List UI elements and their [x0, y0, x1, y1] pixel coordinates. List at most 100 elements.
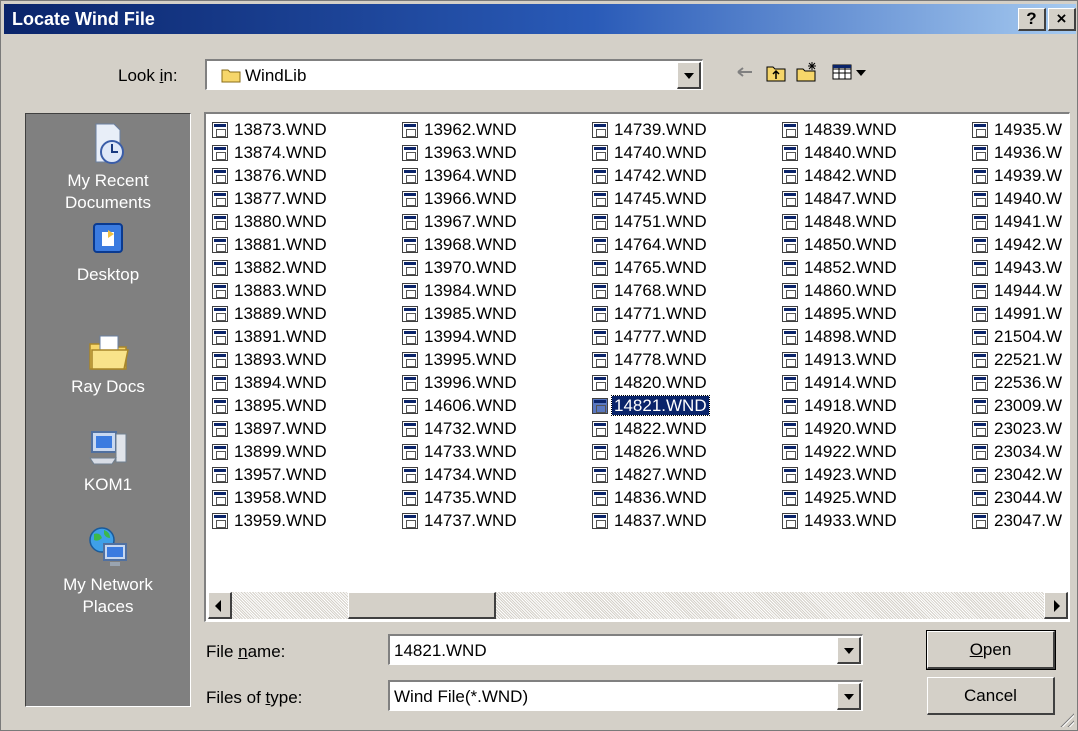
file-item[interactable]: 14918.WND: [780, 394, 970, 417]
file-item[interactable]: 22521.W: [970, 348, 1069, 371]
file-item[interactable]: 13874.WND: [210, 141, 400, 164]
file-item[interactable]: 14933.WND: [780, 509, 970, 532]
file-item[interactable]: 14839.WND: [780, 118, 970, 141]
file-item[interactable]: 14606.WND: [400, 394, 590, 417]
look-in-dropdown-arrow[interactable]: [677, 62, 701, 89]
place-desktop[interactable]: Desktop: [26, 220, 190, 286]
file-item[interactable]: 21504.W: [970, 325, 1069, 348]
file-item[interactable]: 13873.WND: [210, 118, 400, 141]
file-item[interactable]: 14733.WND: [400, 440, 590, 463]
horizontal-scrollbar[interactable]: [208, 592, 1068, 619]
file-item[interactable]: 14898.WND: [780, 325, 970, 348]
place-my-recent-documents[interactable]: My Recent Documents: [26, 122, 190, 214]
file-item[interactable]: 14936.W: [970, 141, 1069, 164]
file-item[interactable]: 14822.WND: [590, 417, 780, 440]
file-item[interactable]: 14734.WND: [400, 463, 590, 486]
file-item[interactable]: 14742.WND: [590, 164, 780, 187]
place-ray-docs[interactable]: Ray Docs: [26, 332, 190, 398]
file-item[interactable]: 14777.WND: [590, 325, 780, 348]
scroll-left-button[interactable]: [208, 592, 232, 619]
file-item[interactable]: 14991.W: [970, 302, 1069, 325]
file-item[interactable]: 14740.WND: [590, 141, 780, 164]
file-item[interactable]: 13970.WND: [400, 256, 590, 279]
file-item[interactable]: 14923.WND: [780, 463, 970, 486]
look-in-dropdown[interactable]: WindLib: [205, 59, 703, 90]
file-item[interactable]: 13894.WND: [210, 371, 400, 394]
file-item[interactable]: 14826.WND: [590, 440, 780, 463]
title-bar[interactable]: Locate Wind File ? ×: [4, 4, 1076, 34]
file-name-input[interactable]: 14821.WND: [388, 634, 863, 665]
file-item[interactable]: 14850.WND: [780, 233, 970, 256]
file-item[interactable]: 14842.WND: [780, 164, 970, 187]
file-item[interactable]: 13995.WND: [400, 348, 590, 371]
file-item[interactable]: 23009.W: [970, 394, 1069, 417]
file-item[interactable]: 14778.WND: [590, 348, 780, 371]
file-item[interactable]: 14771.WND: [590, 302, 780, 325]
file-item[interactable]: 14765.WND: [590, 256, 780, 279]
file-item[interactable]: 23044.W: [970, 486, 1069, 509]
file-item[interactable]: 14737.WND: [400, 509, 590, 532]
file-item[interactable]: 14943.W: [970, 256, 1069, 279]
file-item[interactable]: 23047.W: [970, 509, 1069, 532]
file-item[interactable]: 14735.WND: [400, 486, 590, 509]
file-item[interactable]: 14745.WND: [590, 187, 780, 210]
file-item[interactable]: 13996.WND: [400, 371, 590, 394]
file-item[interactable]: 13964.WND: [400, 164, 590, 187]
file-item[interactable]: 14768.WND: [590, 279, 780, 302]
file-item[interactable]: 13899.WND: [210, 440, 400, 463]
file-item[interactable]: 14935.W: [970, 118, 1069, 141]
file-item[interactable]: 14840.WND: [780, 141, 970, 164]
file-item[interactable]: 14941.W: [970, 210, 1069, 233]
file-item[interactable]: 14821.WND: [590, 394, 780, 417]
file-item[interactable]: 14942.W: [970, 233, 1069, 256]
up-folder-icon[interactable]: [765, 61, 787, 83]
file-item[interactable]: 14860.WND: [780, 279, 970, 302]
file-item[interactable]: 14914.WND: [780, 371, 970, 394]
file-item[interactable]: 14827.WND: [590, 463, 780, 486]
file-item[interactable]: 13968.WND: [400, 233, 590, 256]
file-item[interactable]: 13883.WND: [210, 279, 400, 302]
file-item[interactable]: 13891.WND: [210, 325, 400, 348]
file-item[interactable]: 14837.WND: [590, 509, 780, 532]
file-item[interactable]: 14732.WND: [400, 417, 590, 440]
view-menu-icon[interactable]: [831, 61, 871, 83]
place-kom1[interactable]: KOM1: [26, 428, 190, 496]
help-button[interactable]: ?: [1018, 8, 1046, 31]
file-item[interactable]: 14939.W: [970, 164, 1069, 187]
file-item[interactable]: 13985.WND: [400, 302, 590, 325]
file-item[interactable]: 13959.WND: [210, 509, 400, 532]
file-item[interactable]: 13897.WND: [210, 417, 400, 440]
file-item[interactable]: 13889.WND: [210, 302, 400, 325]
file-item[interactable]: 13893.WND: [210, 348, 400, 371]
file-item[interactable]: 13880.WND: [210, 210, 400, 233]
file-item[interactable]: 14739.WND: [590, 118, 780, 141]
file-item[interactable]: 13957.WND: [210, 463, 400, 486]
file-item[interactable]: 13877.WND: [210, 187, 400, 210]
file-item[interactable]: 14944.W: [970, 279, 1069, 302]
file-item[interactable]: 13967.WND: [400, 210, 590, 233]
file-item[interactable]: 23034.W: [970, 440, 1069, 463]
back-icon[interactable]: [735, 61, 755, 83]
file-item[interactable]: 14922.WND: [780, 440, 970, 463]
file-item[interactable]: 14940.W: [970, 187, 1069, 210]
file-item[interactable]: 13881.WND: [210, 233, 400, 256]
file-item[interactable]: 13958.WND: [210, 486, 400, 509]
file-item[interactable]: 22536.W: [970, 371, 1069, 394]
file-item[interactable]: 14913.WND: [780, 348, 970, 371]
file-item[interactable]: 13876.WND: [210, 164, 400, 187]
scrollbar-thumb[interactable]: [348, 592, 496, 619]
file-item[interactable]: 13963.WND: [400, 141, 590, 164]
file-name-dropdown-arrow[interactable]: [837, 637, 861, 664]
file-item[interactable]: 14852.WND: [780, 256, 970, 279]
file-item[interactable]: 14836.WND: [590, 486, 780, 509]
new-folder-icon[interactable]: [795, 61, 819, 83]
file-item[interactable]: 14820.WND: [590, 371, 780, 394]
file-item[interactable]: 13962.WND: [400, 118, 590, 141]
open-button[interactable]: Open: [926, 630, 1056, 670]
file-item[interactable]: 13895.WND: [210, 394, 400, 417]
file-list[interactable]: 13873.WND 13874.WND 13876.WND 13877.WND 1388…: [204, 112, 1070, 622]
file-item[interactable]: 23023.W: [970, 417, 1069, 440]
file-item[interactable]: 14847.WND: [780, 187, 970, 210]
files-of-type-dropdown-arrow[interactable]: [837, 683, 861, 710]
file-item[interactable]: 14895.WND: [780, 302, 970, 325]
